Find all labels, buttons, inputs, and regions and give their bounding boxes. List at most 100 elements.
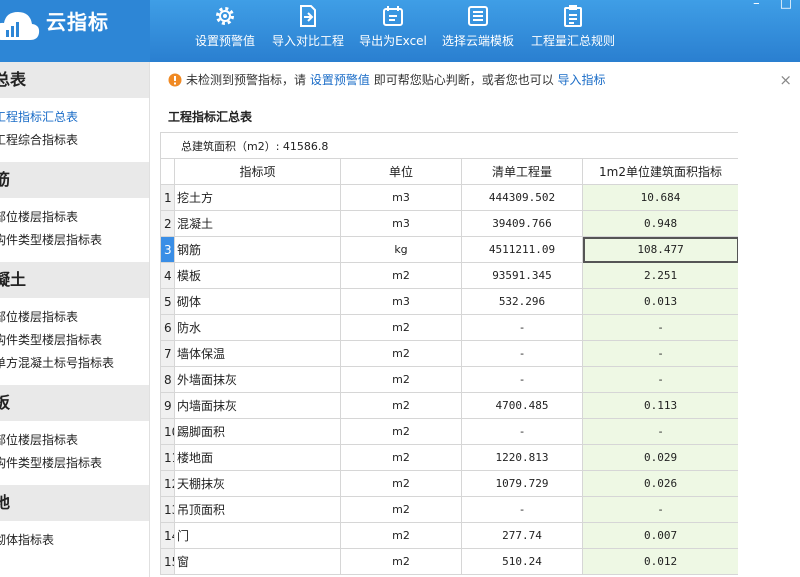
maximize-button[interactable]: □ xyxy=(780,0,792,11)
quantity-cell[interactable]: 532.296 xyxy=(461,288,583,315)
per-area-index-cell[interactable]: 0.007 xyxy=(581,522,738,549)
quantity-cell[interactable]: 1079.729 xyxy=(461,470,583,497)
index-item-cell[interactable]: 砌体 xyxy=(174,288,341,315)
sidebar-group-title[interactable]: 地 xyxy=(0,485,149,521)
per-area-index-cell[interactable]: - xyxy=(581,496,738,523)
quantity-cell[interactable]: 1220.813 xyxy=(461,444,583,471)
per-area-index-cell[interactable]: 10.684 xyxy=(581,184,738,211)
index-item-cell[interactable]: 挖土方 xyxy=(174,184,341,211)
unit-cell[interactable]: m2 xyxy=(340,444,462,471)
table-row[interactable]: 8 外墙面抹灰 m2- - xyxy=(160,366,738,393)
sidebar-item-formwork-floor[interactable]: 部位楼层指标表 xyxy=(0,429,149,452)
index-item-cell[interactable]: 窗 xyxy=(174,548,341,575)
per-area-index-cell[interactable]: 0.113 xyxy=(581,392,738,419)
quantity-cell[interactable]: 4511211.09 xyxy=(461,236,583,263)
sidebar-item-concrete-grade[interactable]: 单方混凝土标号指标表 xyxy=(0,352,149,375)
sidebar-item-formwork-component[interactable]: 构件类型楼层指标表 xyxy=(0,452,149,475)
header-quantity[interactable]: 清单工程量 xyxy=(461,158,583,185)
per-area-index-cell[interactable]: - xyxy=(581,418,738,445)
unit-cell[interactable]: m2 xyxy=(340,418,462,445)
row-number[interactable]: 1 xyxy=(160,184,175,211)
per-area-index-cell[interactable]: - xyxy=(581,366,738,393)
export-excel-button[interactable]: 导出为Excel xyxy=(355,0,431,62)
sidebar-group-title[interactable]: 总表 xyxy=(0,62,149,98)
index-item-cell[interactable]: 踢脚面积 xyxy=(174,418,341,445)
per-area-index-cell[interactable]: 2.251 xyxy=(581,262,738,289)
sidebar-item-concrete-floor[interactable]: 部位楼层指标表 xyxy=(0,306,149,329)
quantity-cell[interactable]: 4700.485 xyxy=(461,392,583,419)
quantity-cell[interactable]: - xyxy=(461,366,583,393)
unit-cell[interactable]: m3 xyxy=(340,184,462,211)
sidebar-group-title[interactable]: 凝土 xyxy=(0,262,149,298)
quantity-cell[interactable]: 444309.502 xyxy=(461,184,583,211)
unit-cell[interactable]: m3 xyxy=(340,210,462,237)
row-number[interactable]: 11 xyxy=(160,444,175,471)
sidebar-item-masonry[interactable]: 砌体指标表 xyxy=(0,529,149,552)
index-item-cell[interactable]: 钢筋 xyxy=(174,236,341,263)
quantity-cell[interactable]: - xyxy=(461,314,583,341)
index-item-cell[interactable]: 墙体保温 xyxy=(174,340,341,367)
row-number[interactable]: 8 xyxy=(160,366,175,393)
table-row[interactable]: 9 内墙面抹灰 m2 4700.485 0.113 xyxy=(160,392,738,419)
table-row[interactable]: 10踢脚面积m2-- xyxy=(160,418,738,445)
sidebar-item-rebar-floor[interactable]: 部位楼层指标表 xyxy=(0,206,149,229)
row-number[interactable]: 10 xyxy=(160,418,175,445)
table-row[interactable]: 15窗m2510.240.012 xyxy=(160,548,738,575)
per-area-index-cell[interactable]: 0.948 xyxy=(581,210,738,237)
per-area-index-cell[interactable]: 0.029 xyxy=(581,444,738,471)
row-number[interactable]: 5 xyxy=(160,288,175,315)
row-number[interactable]: 3 xyxy=(160,236,175,263)
index-item-cell[interactable]: 吊顶面积 xyxy=(174,496,341,523)
quantity-cell[interactable]: - xyxy=(461,418,583,445)
per-area-index-cell[interactable]: - xyxy=(581,314,738,341)
close-icon[interactable]: × xyxy=(779,66,792,94)
table-row[interactable]: 5 砌体 m3 532.296 0.013 xyxy=(160,288,738,315)
minimize-button[interactable]: – xyxy=(753,0,760,11)
table-row[interactable]: 2 混凝土 m3 39409.766 0.948 xyxy=(160,210,738,237)
unit-cell[interactable]: m2 xyxy=(340,548,462,575)
sidebar-group-title[interactable]: 筋 xyxy=(0,162,149,198)
row-number[interactable]: 4 xyxy=(160,262,175,289)
row-number[interactable]: 9 xyxy=(160,392,175,419)
summary-rule-button[interactable]: 工程量汇总规则 xyxy=(526,0,620,62)
cloud-template-button[interactable]: 选择云端模板 xyxy=(438,0,518,62)
header-index-item[interactable]: 指标项 xyxy=(174,158,341,185)
table-row[interactable]: 4 模板 m2 93591.345 2.251 xyxy=(160,262,738,289)
index-item-cell[interactable]: 天棚抹灰 xyxy=(174,470,341,497)
sidebar-item-rebar-component[interactable]: 构件类型楼层指标表 xyxy=(0,229,149,252)
table-row[interactable]: 13吊顶面积m2-- xyxy=(160,496,738,523)
index-item-cell[interactable]: 防水 xyxy=(174,314,341,341)
header-unit[interactable]: 单位 xyxy=(340,158,462,185)
import-index-link[interactable]: 导入指标 xyxy=(558,73,606,87)
index-item-cell[interactable]: 内墙面抹灰 xyxy=(174,392,341,419)
unit-cell[interactable]: m2 xyxy=(340,522,462,549)
unit-cell[interactable]: m2 xyxy=(340,366,462,393)
set-warning-button[interactable]: 设置预警值 xyxy=(190,0,260,62)
table-row[interactable]: 3 钢筋 kg 4511211.09 108.477 xyxy=(160,236,738,263)
sidebar-item-project-summary[interactable]: 工程指标汇总表 xyxy=(0,106,149,129)
row-number[interactable]: 13 xyxy=(160,496,175,523)
row-number[interactable]: 7 xyxy=(160,340,175,367)
quantity-cell[interactable]: - xyxy=(461,340,583,367)
index-item-cell[interactable]: 混凝土 xyxy=(174,210,341,237)
index-item-cell[interactable]: 楼地面 xyxy=(174,444,341,471)
table-row[interactable]: 7 墙体保温 m2- - xyxy=(160,340,738,367)
row-number[interactable]: 6 xyxy=(160,314,175,341)
unit-cell[interactable]: m2 xyxy=(340,262,462,289)
index-item-cell[interactable]: 模板 xyxy=(174,262,341,289)
sidebar-item-concrete-component[interactable]: 构件类型楼层指标表 xyxy=(0,329,149,352)
sidebar-group-title[interactable]: 板 xyxy=(0,385,149,421)
unit-cell[interactable]: m2 xyxy=(340,392,462,419)
sidebar-item-project-overall[interactable]: 工程综合指标表 xyxy=(0,129,149,152)
per-area-index-cell[interactable]: - xyxy=(581,340,738,367)
table-row[interactable]: 6 防水 m2- - xyxy=(160,314,738,341)
table-row[interactable]: 11楼地面m21220.8130.029 xyxy=(160,444,738,471)
row-number[interactable]: 2 xyxy=(160,210,175,237)
unit-cell[interactable]: m2 xyxy=(340,496,462,523)
index-item-cell[interactable]: 外墙面抹灰 xyxy=(174,366,341,393)
unit-cell[interactable]: m3 xyxy=(340,288,462,315)
unit-cell[interactable]: kg xyxy=(340,236,462,263)
per-area-index-cell[interactable]: 108.477 xyxy=(581,236,738,263)
header-per-area-index[interactable]: 1m2单位建筑面积指标 xyxy=(581,158,738,185)
per-area-index-cell[interactable]: 0.026 xyxy=(581,470,738,497)
